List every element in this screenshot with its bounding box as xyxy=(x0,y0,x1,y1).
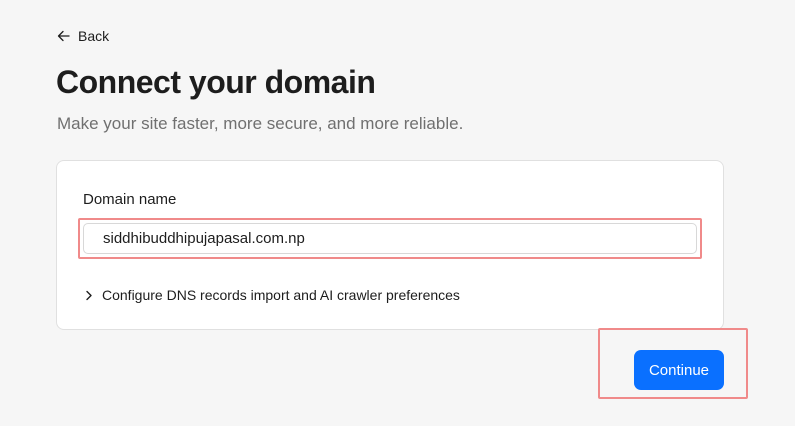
arrow-left-icon xyxy=(57,30,70,42)
domain-input-highlight xyxy=(78,218,702,259)
page-title: Connect your domain xyxy=(56,64,376,100)
back-link[interactable]: Back xyxy=(57,27,109,45)
continue-button[interactable]: Continue xyxy=(634,350,724,390)
domain-card: Domain name Configure DNS records import… xyxy=(56,160,724,330)
chevron-right-icon xyxy=(85,290,93,301)
back-label: Back xyxy=(78,28,110,44)
domain-name-input[interactable] xyxy=(83,223,697,254)
dns-preferences-toggle[interactable]: Configure DNS records import and AI craw… xyxy=(85,287,460,303)
dns-preferences-label: Configure DNS records import and AI craw… xyxy=(102,287,460,303)
page-subtitle: Make your site faster, more secure, and … xyxy=(57,114,464,133)
domain-name-label: Domain name xyxy=(83,191,177,208)
